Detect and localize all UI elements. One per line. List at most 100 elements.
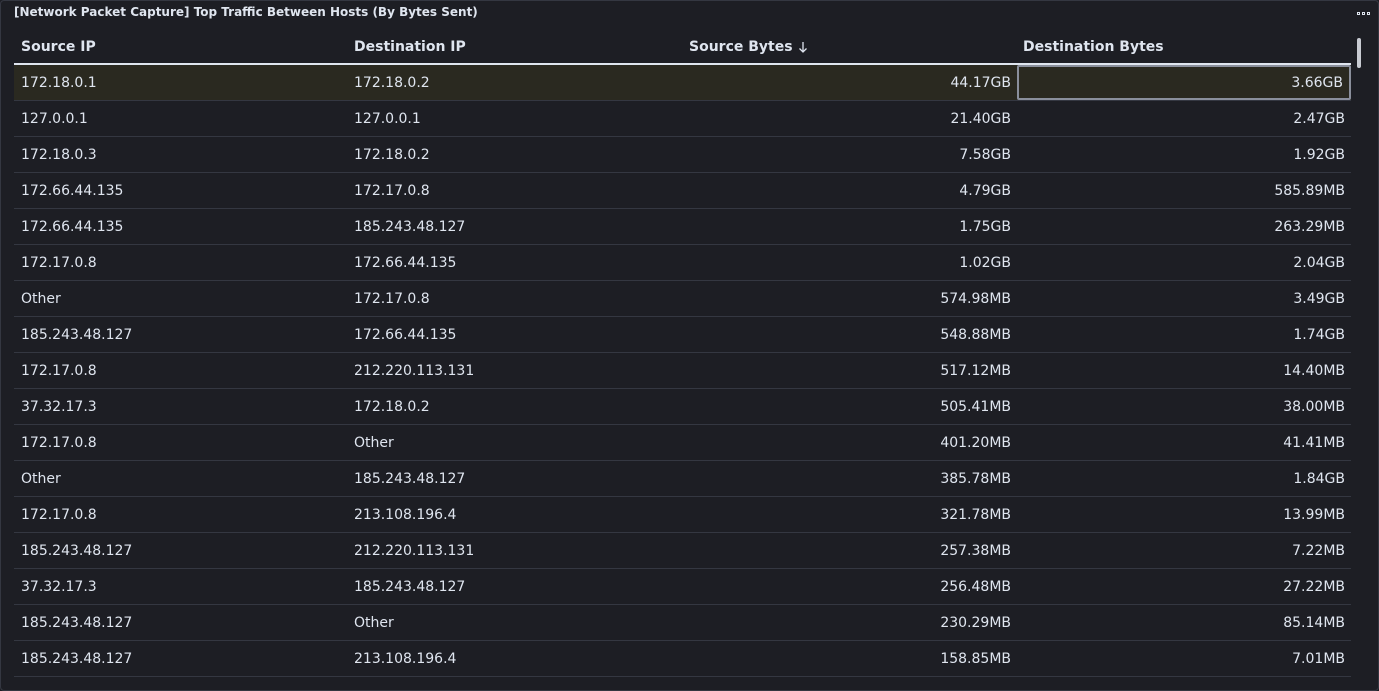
cell-destination-ip[interactable]: 212.220.113.131 [348,353,682,388]
cell-destination-bytes[interactable]: 7.22MB [1017,533,1351,568]
cell-destination-ip[interactable]: 185.243.48.127 [348,569,682,604]
cell-destination-ip[interactable]: 185.243.48.127 [348,461,682,496]
table-row[interactable]: 37.32.17.3 185.243.48.127 256.48MB 27.22MB [14,569,1351,605]
column-header-source-ip[interactable]: Source IP [14,31,348,63]
cell-source-ip[interactable]: 185.243.48.127 [14,317,348,352]
cell-source-ip[interactable]: 172.18.0.1 [14,65,348,100]
panel-title: [Network Packet Capture] Top Traffic Bet… [14,5,478,19]
cell-destination-ip[interactable]: 172.17.0.8 [348,281,682,316]
table-row[interactable]: 37.32.17.3 172.18.0.2 505.41MB 38.00MB [14,389,1351,425]
cell-source-bytes[interactable]: 548.88MB [682,317,1017,352]
table-row[interactable]: Other 185.243.48.127 385.78MB 1.84GB [14,461,1351,497]
cell-destination-bytes[interactable]: 14.40MB [1017,353,1351,388]
cell-source-ip[interactable]: 172.17.0.8 [14,425,348,460]
cell-source-bytes[interactable]: 385.78MB [682,461,1017,496]
cell-source-bytes[interactable]: 1.02GB [682,245,1017,280]
table-row[interactable]: 127.0.0.1 127.0.0.1 21.40GB 2.47GB [14,101,1351,137]
cell-destination-ip[interactable]: 172.18.0.2 [348,137,682,172]
cell-source-bytes[interactable]: 256.48MB [682,569,1017,604]
visualization-panel: [Network Packet Capture] Top Traffic Bet… [0,0,1379,691]
cell-source-ip[interactable]: Other [14,461,348,496]
column-header-source-bytes[interactable]: Source Bytes [682,31,1017,63]
table-row[interactable]: Other 172.17.0.8 574.98MB 3.49GB [14,281,1351,317]
cell-source-bytes[interactable]: 401.20MB [682,425,1017,460]
cell-source-bytes[interactable]: 230.29MB [682,605,1017,640]
cell-destination-bytes[interactable]: 41.41MB [1017,425,1351,460]
cell-source-ip[interactable]: Other [14,281,348,316]
panel-options-icon-dot [1361,11,1365,15]
cell-source-ip[interactable]: 185.243.48.127 [14,641,348,676]
cell-destination-bytes[interactable]: 7.01MB [1017,641,1351,676]
table-row[interactable]: 185.243.48.127 Other 230.29MB 85.14MB [14,605,1351,641]
cell-destination-ip[interactable]: 172.66.44.135 [348,245,682,280]
cell-source-bytes[interactable]: 257.38MB [682,533,1017,568]
cell-source-ip[interactable]: 172.17.0.8 [14,353,348,388]
table-body: 172.18.0.1 172.18.0.2 44.17GB 3.66GB 127.0.0… [14,65,1351,677]
column-header-destination-bytes[interactable]: Destination Bytes [1017,31,1351,63]
cell-destination-ip[interactable]: 172.18.0.2 [348,65,682,100]
table-row[interactable]: 185.243.48.127 172.66.44.135 548.88MB 1.74G… [14,317,1351,353]
cell-source-ip[interactable]: 127.0.0.1 [14,101,348,136]
cell-source-bytes[interactable]: 158.85MB [682,641,1017,676]
cell-destination-bytes[interactable]: 27.22MB [1017,569,1351,604]
column-header-destination-ip[interactable]: Destination IP [348,31,682,63]
table-row[interactable]: 172.66.44.135 185.243.48.127 1.75GB 263.29M… [14,209,1351,245]
cell-destination-ip[interactable]: 213.108.196.4 [348,641,682,676]
cell-source-bytes[interactable]: 574.98MB [682,281,1017,316]
cell-destination-ip[interactable]: 185.243.48.127 [348,209,682,244]
cell-destination-ip[interactable]: Other [348,425,682,460]
cell-destination-ip[interactable]: 172.17.0.8 [348,173,682,208]
cell-source-ip[interactable]: 172.18.0.3 [14,137,348,172]
cell-source-ip[interactable]: 172.17.0.8 [14,497,348,532]
table-row[interactable]: 172.18.0.1 172.18.0.2 44.17GB 3.66GB [14,65,1351,101]
table-row[interactable]: 172.17.0.8 Other 401.20MB 41.41MB [14,425,1351,461]
cell-destination-ip[interactable]: 127.0.0.1 [348,101,682,136]
cell-destination-bytes[interactable]: 85.14MB [1017,605,1351,640]
cell-source-bytes[interactable]: 1.75GB [682,209,1017,244]
cell-source-ip[interactable]: 172.17.0.8 [14,245,348,280]
cell-source-bytes[interactable]: 4.79GB [682,173,1017,208]
cell-destination-ip[interactable]: 212.220.113.131 [348,533,682,568]
cell-destination-bytes[interactable]: 13.99MB [1017,497,1351,532]
cell-source-ip[interactable]: 172.66.44.135 [14,209,348,244]
table-row[interactable]: 185.243.48.127 212.220.113.131 257.38MB 7.2… [14,533,1351,569]
cell-destination-bytes[interactable]: 263.29MB [1017,209,1351,244]
cell-source-ip[interactable]: 37.32.17.3 [14,389,348,424]
cell-destination-bytes[interactable]: 585.89MB [1017,173,1351,208]
scrollbar-track[interactable] [1355,35,1363,675]
cell-source-bytes[interactable]: 505.41MB [682,389,1017,424]
cell-source-bytes[interactable]: 44.17GB [682,65,1017,100]
cell-destination-ip[interactable]: Other [348,605,682,640]
cell-destination-bytes[interactable]: 3.49GB [1017,281,1351,316]
cell-source-bytes[interactable]: 517.12MB [682,353,1017,388]
cell-source-ip[interactable]: 185.243.48.127 [14,533,348,568]
cell-destination-bytes[interactable]: 1.74GB [1017,317,1351,352]
table-row[interactable]: 172.17.0.8 172.66.44.135 1.02GB 2.04GB [14,245,1351,281]
table-row[interactable]: 185.243.48.127 213.108.196.4 158.85MB 7.01M… [14,641,1351,677]
table-row[interactable]: 172.17.0.8 212.220.113.131 517.12MB 14.40MB [14,353,1351,389]
cell-destination-ip[interactable]: 172.18.0.2 [348,389,682,424]
cell-destination-bytes[interactable]: 1.84GB [1017,461,1351,496]
cell-source-ip[interactable]: 185.243.48.127 [14,605,348,640]
cell-destination-bytes[interactable]: 2.47GB [1017,101,1351,136]
table-header-row: Source IP Destination IP Source Bytes De… [14,31,1351,65]
data-table: Source IP Destination IP Source Bytes De… [14,31,1351,677]
cell-destination-bytes[interactable]: 1.92GB [1017,137,1351,172]
cell-source-ip[interactable]: 37.32.17.3 [14,569,348,604]
cell-destination-ip[interactable]: 172.66.44.135 [348,317,682,352]
cell-destination-bytes[interactable]: 3.66GB [1017,65,1351,100]
table-row[interactable]: 172.17.0.8 213.108.196.4 321.78MB 13.99MB [14,497,1351,533]
cell-destination-bytes[interactable]: 2.04GB [1017,245,1351,280]
table-row[interactable]: 172.18.0.3 172.18.0.2 7.58GB 1.92GB [14,137,1351,173]
cell-source-ip[interactable]: 172.66.44.135 [14,173,348,208]
table-row[interactable]: 172.66.44.135 172.17.0.8 4.79GB 585.89MB [14,173,1351,209]
cell-source-bytes[interactable]: 21.40GB [682,101,1017,136]
cell-destination-bytes[interactable]: 38.00MB [1017,389,1351,424]
panel-options-button[interactable] [1353,4,1373,22]
arrow-down-icon [798,41,808,53]
cell-source-bytes[interactable]: 321.78MB [682,497,1017,532]
scrollbar-thumb[interactable] [1357,38,1361,68]
cell-source-bytes[interactable]: 7.58GB [682,137,1017,172]
cell-destination-ip[interactable]: 213.108.196.4 [348,497,682,532]
column-header-label: Source Bytes [689,39,793,55]
